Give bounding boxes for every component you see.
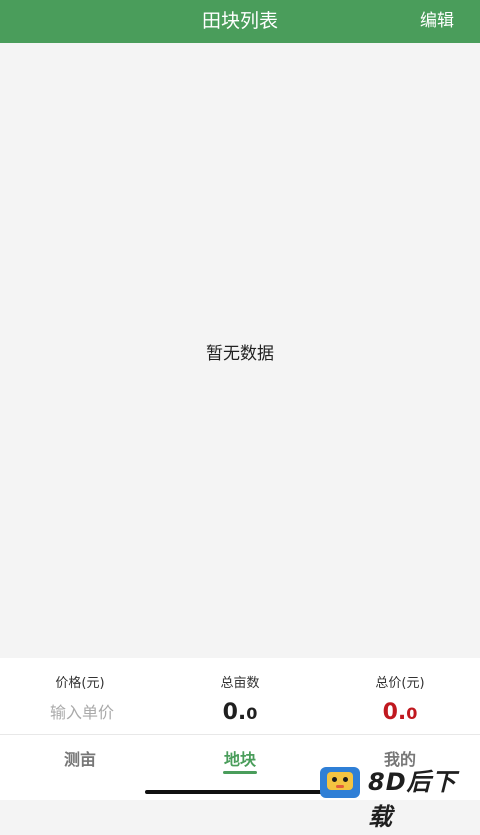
price-column: 价格(元) (0, 658, 160, 734)
summary-panel: 价格(元) 总亩数 0.0 总价(元) 0.0 (0, 658, 480, 735)
robot-icon (320, 767, 360, 798)
home-indicator (145, 790, 335, 794)
total-price-value: 0.0 (382, 700, 418, 725)
field-list: 暂无数据 (0, 43, 480, 658)
tab-fields-label: 地块 (223, 750, 256, 769)
price-label: 价格(元) (55, 676, 105, 691)
total-area-value: 0.0 (222, 700, 258, 725)
area-column: 总亩数 0.0 (160, 658, 320, 734)
watermark-logo: 8D后下载 (318, 765, 480, 831)
empty-state-text: 暂无数据 (206, 344, 274, 364)
active-tab-indicator (223, 771, 257, 774)
total-price-label: 总价(元) (375, 676, 425, 691)
unit-price-input[interactable] (20, 702, 144, 723)
tab-fields[interactable]: 地块 (160, 735, 320, 787)
watermark-text: 8D后下载 (368, 768, 457, 831)
total-price-column: 总价(元) 0.0 (320, 658, 480, 734)
page-title: 田块列表 (201, 10, 278, 32)
tab-measure[interactable]: 测亩 (0, 735, 160, 787)
edit-button[interactable]: 编辑 (420, 0, 454, 43)
top-bar: 田块列表 编辑 (0, 0, 480, 43)
total-area-label: 总亩数 (220, 676, 260, 691)
